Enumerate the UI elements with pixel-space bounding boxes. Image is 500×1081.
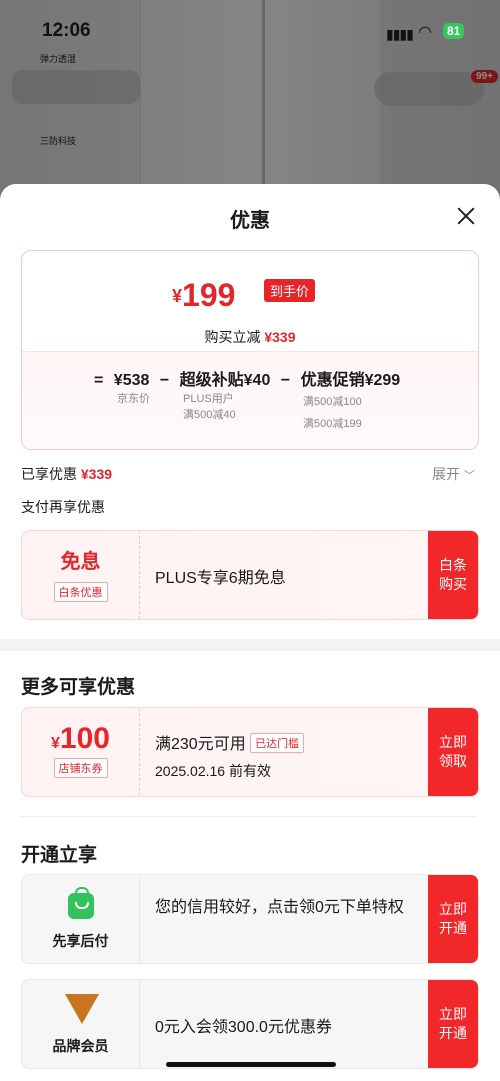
status-bar: 12:06 ▮▮▮▮ ◠ 81 [0, 0, 500, 60]
credit-offer-card[interactable]: 先享后付 您的信用较好，点击领0元下单特权 立即 开通 [21, 874, 479, 964]
baitiao-tag: 白条优惠 [53, 582, 108, 602]
open-section-title: 开通立享 [21, 845, 98, 866]
price-breakdown-card: ¥199 到手价 购买立减 ¥339 = ¥538 − 超级补贴¥40 − 优惠… [21, 250, 479, 450]
jd-price: ¥538 [113, 372, 150, 389]
price-formula: = ¥538 − 超级补贴¥40 − 优惠促销¥299 [94, 372, 401, 389]
member-offer-card[interactable]: 品牌会员 0元入会领300.0元优惠券 立即 开通 [21, 979, 479, 1069]
coupon-condition: 满230元可用 已达门槛 [155, 730, 425, 754]
brand-v-icon [65, 994, 99, 1024]
baitiao-title: 免息 [60, 551, 101, 573]
discount-summary: 购买立减 ¥339 [204, 329, 296, 345]
sheet-title: 优惠 [230, 210, 270, 232]
enjoyed-discount: 已享优惠 ¥339 [21, 466, 113, 482]
chevron-down-icon: ﹀ [463, 470, 475, 482]
pay-section-title: 支付再享优惠 [21, 499, 105, 515]
member-open-button[interactable]: 立即 开通 [428, 980, 478, 1068]
coupon-card[interactable]: ¥100 店铺东券 满230元可用 已达门槛 2025.02.16 前有效 立即… [21, 707, 479, 797]
discount-sheet: 优惠 ¥199 到手价 购买立减 ¥339 = ¥538 − 超级补贴¥40 −… [0, 184, 500, 1081]
coupon-left: ¥100 店铺东券 [22, 708, 140, 796]
member-name: 品牌会员 [52, 1038, 109, 1054]
threshold-tag: 已达门槛 [250, 733, 305, 753]
wifi-icon: ◠ [418, 24, 432, 41]
member-desc-area: 0元入会领300.0元优惠券 [155, 980, 425, 1068]
final-price: ¥199 [172, 277, 236, 313]
credit-left: 先享后付 [22, 875, 140, 963]
battery-icon: 81 [443, 23, 465, 39]
subsidy: 超级补贴¥40 [179, 372, 271, 389]
promo: 优惠促销¥299 [300, 372, 401, 389]
discount-amount: ¥339 [264, 329, 296, 345]
baitiao-buy-button[interactable]: 白条 购买 [428, 531, 478, 619]
baitiao-left: 免息 白条优惠 [22, 531, 140, 619]
credit-open-button[interactable]: 立即 开通 [428, 875, 478, 963]
coupon-amount: ¥100 [51, 722, 110, 755]
credit-name: 先享后付 [52, 933, 109, 949]
signal-icon: ▮▮▮▮ [386, 26, 414, 42]
baitiao-desc: PLUS专享6期免息 [155, 570, 286, 587]
divider-line [21, 816, 477, 817]
home-indicator[interactable] [166, 1062, 336, 1067]
baitiao-offer-card[interactable]: 免息 白条优惠 PLUS专享6期免息 白条 购买 [21, 530, 479, 620]
plus-label: PLUS用户 满500减40 [183, 393, 236, 421]
baitiao-desc-area: PLUS专享6期免息 [155, 531, 425, 619]
shopping-bag-icon [68, 887, 94, 919]
coupon-expiry: 2025.02.16 前有效 [155, 763, 271, 779]
expand-toggle[interactable]: 展开 ﹀ [432, 464, 475, 484]
coupon-desc-area: 满230元可用 已达门槛 2025.02.16 前有效 [155, 708, 425, 796]
status-time: 12:06 [42, 20, 91, 41]
jd-price-label: 京东价 [117, 393, 150, 405]
member-left: 品牌会员 [22, 980, 140, 1068]
coupon-tag: 店铺东券 [53, 758, 108, 778]
coupon-claim-button[interactable]: 立即 领取 [428, 708, 478, 796]
close-icon[interactable] [454, 204, 478, 228]
promo-label: 满500减100 满500减199 [303, 396, 362, 430]
credit-desc-area: 您的信用较好，点击领0元下单特权 [155, 875, 420, 963]
final-price-tag: 到手价 [264, 279, 316, 302]
more-section-title: 更多可享优惠 [21, 677, 136, 698]
credit-desc: 您的信用较好，点击领0元下单特权 [155, 899, 404, 916]
member-desc: 0元入会领300.0元优惠券 [155, 1019, 332, 1036]
section-divider [0, 639, 500, 651]
